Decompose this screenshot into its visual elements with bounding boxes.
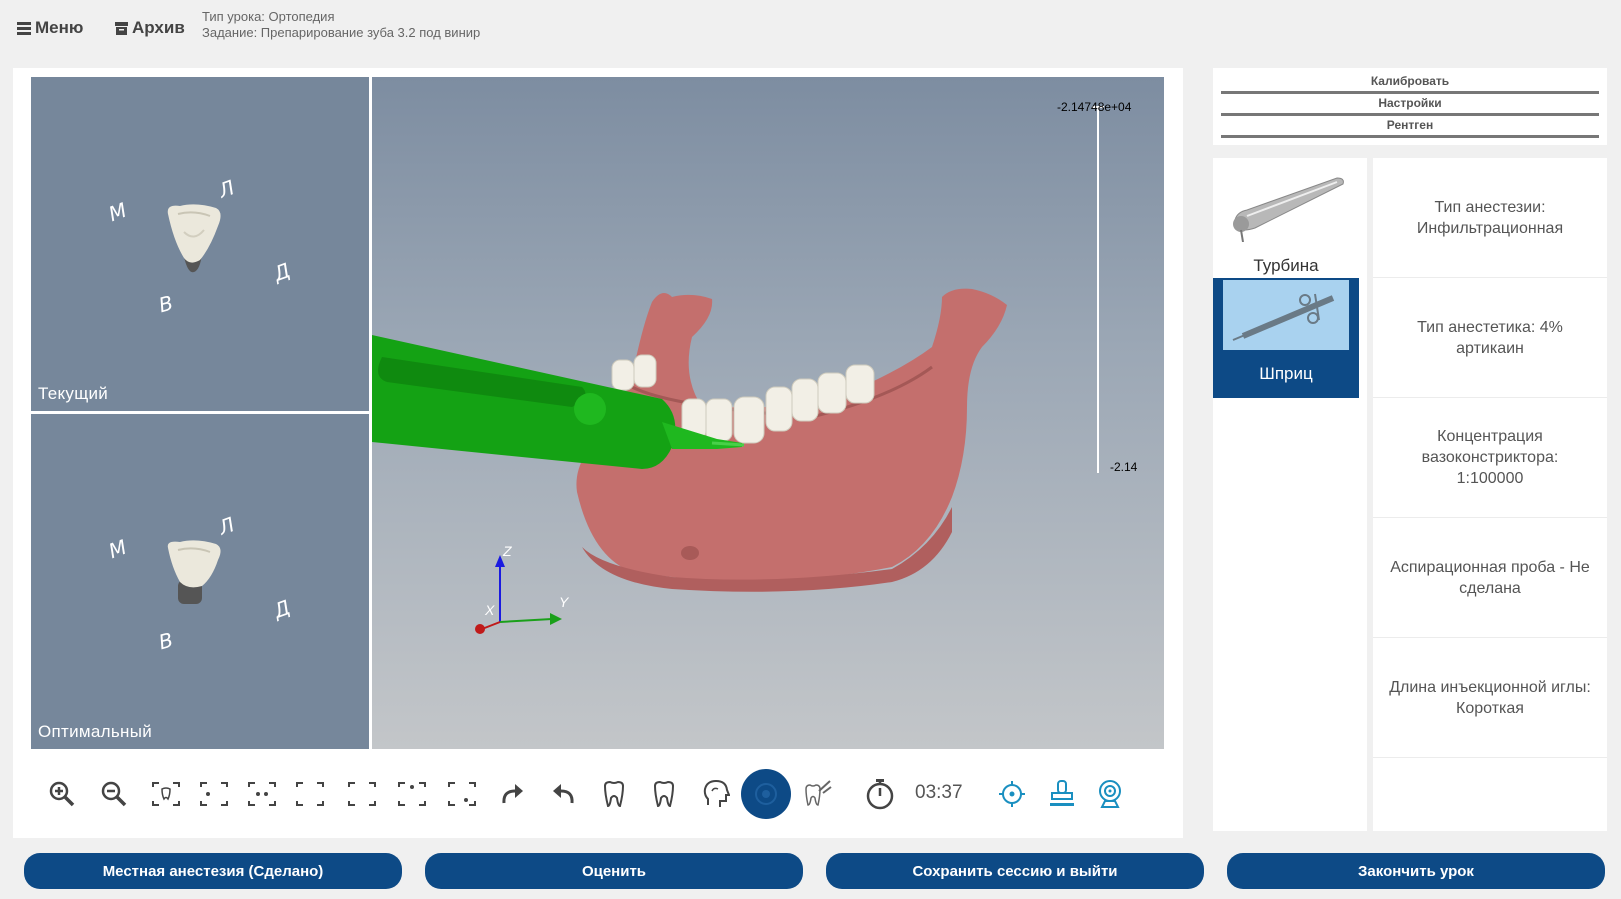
calibrate-button[interactable]: Калибровать	[1221, 72, 1599, 94]
gum-view-toggle[interactable]	[740, 764, 792, 824]
view-bottom-button[interactable]	[440, 764, 484, 824]
view-top-button[interactable]	[390, 764, 434, 824]
instrument-view-button[interactable]	[796, 764, 840, 824]
view-front-button[interactable]	[144, 764, 188, 824]
current-view[interactable]: М Л Д В Текущий	[31, 77, 369, 411]
tooth-icon	[603, 780, 625, 808]
tool-turbine-label: Турбина	[1253, 256, 1319, 275]
dir-letter-d: Д	[270, 258, 294, 286]
evaluate-button[interactable]: Оценить	[425, 853, 803, 889]
view-right-button[interactable]	[288, 764, 332, 824]
dir-letter-d: Д	[270, 595, 294, 623]
tooth-icon	[653, 780, 675, 808]
tooth-view-button[interactable]	[592, 764, 636, 824]
local-anesthesia-button[interactable]: Местная анестезия (Сделано)	[24, 853, 402, 889]
axis-z-label: Z	[503, 543, 512, 559]
view-frame-empty-icon	[348, 782, 376, 806]
lesson-info: Тип урока: Ортопедия Задание: Препариров…	[202, 9, 480, 41]
syringe-thumb	[1223, 280, 1349, 350]
lesson-type: Тип урока: Ортопедия	[202, 9, 335, 24]
view-back-button[interactable]	[340, 764, 384, 824]
zoom-out-button[interactable]	[92, 764, 136, 824]
timer-button[interactable]	[858, 764, 902, 824]
dir-letter-m: М	[105, 534, 130, 564]
save-exit-button[interactable]: Сохранить сессию и выйти	[826, 853, 1204, 889]
view-frame-center-icon	[248, 782, 276, 806]
redo-button[interactable]	[490, 764, 534, 824]
current-tooth-model	[167, 204, 221, 273]
view-frame-empty-icon	[296, 782, 324, 806]
archive-button[interactable]: Архив	[115, 18, 185, 38]
lesson-task: Задание: Препарирование зуба 3.2 под вин…	[202, 25, 481, 40]
target-button[interactable]	[990, 764, 1034, 824]
anesthesia-info-column: Тип анестезии: Инфильтрационная Тип анес…	[1373, 158, 1607, 831]
dir-letter-v: В	[156, 627, 176, 655]
turbine-handpiece-icon	[1233, 177, 1344, 242]
optimal-tooth-model	[167, 540, 221, 604]
view-center-button[interactable]	[240, 764, 284, 824]
dir-letter-l: Л	[215, 175, 238, 203]
info-anesthetic-type: Тип анестетика: 4% артикаин	[1373, 278, 1607, 398]
archive-icon	[115, 21, 128, 35]
syringe-icon	[1232, 293, 1335, 341]
scale-top-label: -2.14748e+04	[1057, 100, 1132, 114]
info-needle-length: Длина инъекционной иглы: Короткая	[1373, 638, 1607, 758]
dir-letter-v: В	[156, 290, 176, 318]
stopwatch-icon	[866, 779, 894, 810]
redo-icon	[502, 784, 523, 804]
current-view-label: Текущий	[38, 384, 109, 403]
axis-gizmo	[475, 555, 562, 634]
stamp-icon	[1050, 780, 1074, 806]
view-frame-top-icon	[398, 782, 426, 806]
timer-value: 03:37	[915, 782, 963, 803]
info-anesthesia-type: Тип анестезии: Инфильтрационная	[1373, 158, 1607, 278]
zoom-in-button[interactable]	[40, 764, 84, 824]
axis-y-label: Y	[559, 594, 569, 610]
zoom-out-icon	[101, 781, 127, 807]
crosshair-icon	[999, 781, 1025, 807]
view-frame-tooth-icon	[152, 782, 180, 806]
main-3d-viewport[interactable]: -2.14748e+04 -2.14 Z X Y	[372, 77, 1164, 749]
dir-letter-m: М	[105, 197, 130, 227]
finish-lesson-button[interactable]: Закончить урок	[1227, 853, 1605, 889]
jaw-scene	[372, 106, 1104, 634]
info-vasoconstrictor: Концентрация вазоконстриктора: 1:100000	[1373, 398, 1607, 518]
tools-column: Турбина Шприц	[1213, 158, 1367, 831]
tool-syringe[interactable]: Шприц	[1213, 278, 1359, 398]
toolbar: 03:37	[40, 764, 1160, 824]
tool-syringe-label: Шприц	[1259, 364, 1313, 383]
info-aspiration-test: Аспирационная проба - Не сделана	[1373, 518, 1607, 638]
xray-button[interactable]: Рентген	[1221, 116, 1599, 138]
undo-button[interactable]	[542, 764, 586, 824]
tooth-instrument-icon	[805, 780, 832, 806]
optimal-view[interactable]: М Л Д В Оптимальный	[31, 414, 369, 749]
stamp-button[interactable]	[1040, 764, 1084, 824]
zoom-in-icon	[49, 781, 75, 807]
view-frame-left-icon	[200, 782, 228, 806]
camera-button[interactable]	[1088, 764, 1132, 824]
right-top-panel: Калибровать Настройки Рентген	[1213, 68, 1607, 145]
jaw-icon	[755, 783, 777, 805]
head-view-button[interactable]	[694, 764, 738, 824]
menu-button[interactable]: Меню	[17, 18, 83, 38]
webcam-icon	[1099, 780, 1121, 808]
view-left-button[interactable]	[192, 764, 236, 824]
undo-icon	[553, 784, 574, 804]
tool-turbine[interactable]: Турбина	[1213, 158, 1359, 278]
view-frame-bottom-icon	[448, 782, 476, 806]
dir-letter-l: Л	[215, 512, 238, 540]
menu-label: Меню	[35, 18, 84, 37]
scale-bottom-label: -2.14	[1110, 460, 1138, 474]
axis-x-label: X	[485, 602, 495, 618]
archive-label: Архив	[132, 18, 185, 37]
hamburger-icon	[17, 21, 31, 35]
head-icon	[703, 779, 730, 807]
optimal-view-label: Оптимальный	[38, 722, 153, 741]
tooth-alt-view-button[interactable]	[642, 764, 686, 824]
gum-toggle-active	[741, 769, 791, 819]
settings-button[interactable]: Настройки	[1221, 94, 1599, 116]
